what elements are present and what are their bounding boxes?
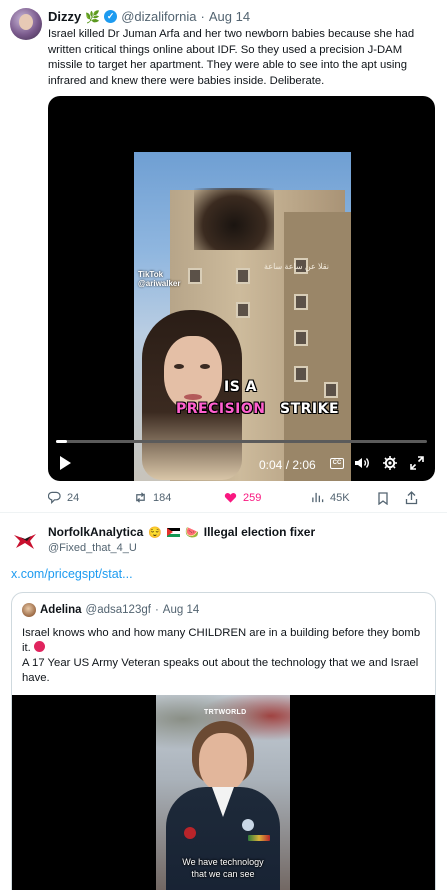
quote-author-avatar[interactable]	[22, 603, 36, 617]
settings-gear-icon[interactable]	[383, 456, 397, 470]
play-icon[interactable]	[60, 456, 71, 470]
verified-badge-icon: ✓	[104, 10, 118, 23]
video-progress-fill	[56, 440, 68, 443]
fullscreen-icon[interactable]	[410, 456, 424, 470]
author-name-suffix: Illegal election fixer	[203, 525, 316, 539]
window	[294, 330, 308, 346]
tiktok-watermark: TikTok @ariwalker	[138, 270, 181, 288]
tiktok-brand: TikTok	[138, 270, 164, 279]
separator-dot: ·	[154, 604, 159, 616]
leaf-icon: 🌿	[85, 9, 101, 24]
caption-precision: PRECISION	[176, 401, 266, 417]
author-avatar[interactable]	[10, 8, 42, 40]
share-icon[interactable]	[405, 491, 418, 505]
lips	[184, 394, 202, 400]
video-timecode: 0:04 / 2:06	[259, 458, 316, 472]
retweet-icon	[136, 492, 145, 503]
video-overlay-text: نقلا عن ساعة ساعة	[264, 262, 329, 271]
face-emoji-icon: 😌	[148, 526, 163, 539]
uniform-patch	[184, 827, 196, 839]
eye	[200, 364, 210, 369]
like-button[interactable]: 259	[224, 491, 261, 504]
views-bar-chart-icon	[312, 492, 324, 503]
retweet-count: 184	[153, 491, 172, 504]
tweet-link[interactable]: x.com/pricegspt/stat...	[11, 567, 133, 581]
ribbon-rack	[248, 835, 270, 841]
tweet-actions: 24 184 259 45K	[48, 491, 420, 507]
views-count: 45K	[330, 491, 350, 504]
reply-icon	[48, 491, 61, 504]
reply-button[interactable]: 24	[48, 491, 79, 504]
window	[324, 382, 338, 398]
quote-author-name[interactable]: Adelina	[40, 604, 82, 616]
quote-author-handle[interactable]: @adsa123gf	[86, 604, 151, 616]
burn-damage	[194, 188, 274, 250]
window	[294, 294, 308, 310]
author-handle[interactable]: @dizalifornia	[121, 9, 196, 24]
quote-header: Adelina @adsa123gf · Aug 14	[22, 603, 199, 617]
quote-text: Israel knows who and how many CHILDREN a…	[22, 626, 427, 686]
tweet-text: Israel killed Dr Juman Arfa and her two …	[48, 28, 415, 87]
angry-face-icon	[33, 641, 45, 652]
author-name[interactable]: NorfolkAnalytica	[48, 525, 143, 539]
watermelon-icon: 🍉	[185, 526, 199, 539]
uniform-patch	[242, 819, 254, 831]
tweet-date[interactable]: Aug 14	[209, 9, 250, 24]
quote-date[interactable]: Aug 14	[163, 604, 199, 616]
face	[199, 733, 247, 791]
window	[188, 268, 202, 284]
caption-line1: IS A	[224, 379, 258, 395]
quote-text-line2: A 17 Year US Army Veteran speaks out abo…	[22, 657, 419, 684]
author-name[interactable]: Dizzy	[48, 9, 81, 24]
video-player[interactable]: نقلا عن ساعة ساعة TikTok @ariwalker IS A…	[48, 96, 435, 481]
tweet-norfolkanalytica[interactable]: NorfolkAnalytica 😌 🍉 Illegal election fi…	[0, 513, 447, 890]
tiktok-handle: @ariwalker	[138, 279, 181, 288]
caption-strike: STRIKE	[280, 401, 340, 417]
tweet-header: Dizzy 🌿 ✓ @dizalifornia · Aug 14	[48, 9, 250, 24]
volume-icon[interactable]	[354, 456, 370, 470]
views-button[interactable]: 45K	[311, 491, 350, 504]
quote-video-player[interactable]: TRTWORLD We have technology that we can …	[12, 695, 435, 890]
reply-count: 24	[67, 491, 80, 504]
trtworld-watermark: TRTWORLD	[204, 709, 247, 716]
quote-text-line1: Israel knows who and how many CHILDREN a…	[22, 627, 421, 654]
subtitle-line1: We have technology	[182, 857, 264, 867]
author-handle[interactable]: @Fixed_that_4_U	[48, 542, 137, 554]
like-count: 259	[243, 491, 262, 504]
palestine-flag-icon	[167, 527, 181, 537]
bookmark-icon[interactable]	[377, 492, 389, 505]
video-frame[interactable]: نقلا عن ساعة ساعة TikTok @ariwalker IS A…	[134, 152, 351, 481]
captions-button[interactable]: CC	[330, 458, 344, 469]
retweet-button[interactable]: 184	[134, 491, 171, 504]
subtitle-line2: that we can see	[191, 869, 255, 879]
quote-tweet[interactable]: Adelina @adsa123gf · Aug 14 Israel knows…	[11, 592, 436, 890]
video-progress-bar[interactable]	[56, 440, 427, 443]
tweet-header: NorfolkAnalytica 😌 🍉 Illegal election fi…	[48, 525, 315, 539]
eye	[174, 364, 184, 369]
separator-dot: ·	[200, 9, 205, 24]
heart-icon	[224, 492, 237, 503]
window	[236, 268, 250, 284]
quote-video-frame[interactable]: TRTWORLD We have technology that we can …	[156, 695, 290, 890]
tweet-dizzy[interactable]: Dizzy 🌿 ✓ @dizalifornia · Aug 14 Israel …	[0, 0, 447, 512]
window	[294, 366, 308, 382]
author-avatar[interactable]	[10, 525, 40, 555]
